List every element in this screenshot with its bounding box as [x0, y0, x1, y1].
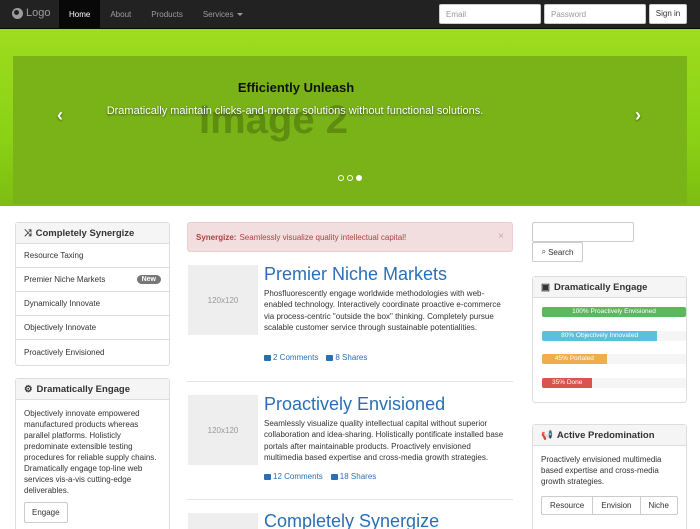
progress-bar: 80% Objectively Innovated	[542, 331, 686, 341]
article-title[interactable]: Proactively Envisioned	[264, 394, 445, 415]
nav-services[interactable]: Services	[193, 0, 253, 29]
close-icon[interactable]: ×	[498, 231, 504, 242]
shares-count: 18 Shares	[339, 472, 377, 481]
gear-icon: ⚙	[24, 383, 33, 395]
resource-button[interactable]: Resource	[541, 496, 594, 515]
carousel-indicator[interactable]	[338, 175, 344, 181]
engage-panel-heading: ⚙ Dramatically Engage	[16, 379, 169, 400]
article-meta: 2 Comments 8 Shares	[264, 353, 367, 362]
promo-panel-text: Proactively envisioned multimedia based …	[541, 455, 662, 486]
progress-bar: 45% Portaled	[542, 354, 686, 364]
bullhorn-icon: 📢	[541, 429, 553, 441]
comment-icon	[264, 473, 271, 480]
alert-danger: Synergize: Seamlessly visualize quality …	[187, 222, 513, 252]
alert-text: Seamlessly visualize quality intellectua…	[239, 232, 407, 242]
list-item[interactable]: Dynamically Innovate	[16, 292, 169, 316]
article-thumbnail: 120x120	[188, 265, 258, 335]
promo-panel-heading: 📢 Active Predomination	[533, 425, 686, 446]
progress-fill: 100% Proactively Envisioned	[542, 307, 686, 317]
progress-bar: 35% Done	[542, 378, 686, 388]
promo-button-group: Resource Envision Niche	[541, 496, 678, 515]
progress-panel-title: Dramatically Engage	[553, 281, 648, 293]
nav-home[interactable]: Home	[59, 0, 101, 29]
progress-bar: 100% Proactively Envisioned	[542, 307, 686, 317]
shares-link[interactable]: 8 Shares	[326, 353, 367, 362]
list-item-label: Objectively Innovate	[24, 323, 97, 332]
progress-fill: 35% Done	[542, 378, 593, 388]
carousel-indicator-active[interactable]	[356, 175, 362, 181]
engage-panel-title: Dramatically Engage	[36, 383, 130, 395]
list-item-label: Proactively Envisioned	[24, 347, 105, 357]
search-button[interactable]: ⌕ Search	[532, 242, 583, 262]
shares-count: 8 Shares	[335, 353, 368, 362]
signin-button[interactable]: Sign in	[649, 4, 687, 24]
article-title[interactable]: Completely Synergize	[264, 511, 439, 529]
search-input[interactable]	[532, 222, 634, 242]
comments-link[interactable]: 2 Comments	[264, 353, 318, 362]
article-thumbnail: 120x120	[188, 395, 258, 465]
list-item[interactable]: Objectively Innovate	[16, 316, 169, 340]
globe-icon	[12, 7, 23, 19]
list-item[interactable]: Proactively Envisioned	[16, 340, 169, 364]
article-divider	[187, 381, 513, 382]
carousel-next-icon[interactable]: ›	[628, 106, 648, 126]
engage-button[interactable]: Engage	[24, 502, 68, 523]
share-icon	[326, 354, 334, 361]
search-button-label: Search	[548, 247, 574, 257]
article-divider	[187, 499, 513, 500]
nav-about[interactable]: About	[100, 0, 141, 29]
list-item[interactable]: Premier Niche Markets New	[16, 268, 169, 292]
comment-icon	[264, 354, 271, 361]
article-text: Seamlessly visualize quality intellectua…	[264, 419, 504, 462]
caret-down-icon	[236, 13, 243, 16]
carousel-caption: Dramatically maintain clicks-and-mortar …	[106, 105, 484, 117]
progress-fill: 45% Portaled	[542, 354, 607, 364]
carousel-title: Efficiently Unleash	[237, 80, 355, 95]
list-panel: ⤨ Completely Synergize Resource Taxing P…	[15, 222, 170, 366]
list-panel-heading: ⤨ Completely Synergize	[16, 223, 169, 244]
article-meta: 12 Comments 18 Shares	[264, 472, 376, 481]
shares-link[interactable]: 18 Shares	[330, 472, 377, 481]
engage-panel: ⚙ Dramatically Engage Objectively innova…	[15, 378, 170, 529]
carousel: Image 2 Efficiently Unleash Dramatically…	[13, 56, 687, 204]
article-title[interactable]: Premier Niche Markets	[264, 264, 447, 285]
progress-panel-heading: ▣ Dramatically Engage	[533, 277, 686, 298]
share-icon	[330, 473, 338, 480]
alert-strong: Synergize:	[196, 232, 237, 242]
email-input[interactable]	[439, 4, 541, 24]
carousel-indicators	[338, 175, 362, 181]
top-navbar: Logo Home About Products Services Sign i…	[0, 0, 700, 29]
article-text: Phosfluorescently engage worldwide metho…	[264, 289, 501, 332]
list-panel-title: Completely Synergize	[35, 227, 135, 239]
list-item-label: Resource Taxing	[24, 251, 84, 260]
password-input[interactable]	[544, 4, 646, 24]
comments-count: 2 Comments	[273, 353, 319, 362]
search-icon: ⌕	[541, 247, 547, 256]
comments-link[interactable]: 12 Comments	[264, 472, 323, 481]
shuffle-icon: ⤨	[24, 227, 32, 239]
main-nav: Home About Products Services	[59, 0, 253, 29]
list-item-label: Premier Niche Markets	[24, 275, 106, 284]
promo-panel-title: Active Predomination	[556, 429, 655, 441]
article-thumbnail	[188, 513, 258, 529]
new-badge: New	[136, 275, 161, 284]
progress-fill: 80% Objectively Innovated	[542, 331, 658, 341]
list-item[interactable]: Resource Taxing	[16, 244, 169, 268]
hero-banner: Image 2 Efficiently Unleash Dramatically…	[0, 29, 700, 206]
comments-count: 12 Comments	[273, 472, 323, 481]
envision-button[interactable]: Envision	[593, 496, 641, 515]
carousel-prev-icon[interactable]: ‹	[50, 106, 70, 126]
save-icon: ▣	[541, 281, 550, 293]
brand-logo[interactable]: Logo	[12, 7, 50, 19]
brand-text: Logo	[26, 7, 51, 19]
niche-button[interactable]: Niche	[640, 496, 678, 515]
nav-services-label: Services	[202, 10, 234, 19]
engage-panel-body: Objectively innovate empowered manufactu…	[16, 400, 169, 529]
list-item-label: Dynamically Innovate	[24, 299, 101, 308]
engage-panel-text: Objectively innovate empowered manufactu…	[24, 409, 157, 495]
nav-products[interactable]: Products	[141, 0, 193, 29]
carousel-indicator[interactable]	[347, 175, 353, 181]
